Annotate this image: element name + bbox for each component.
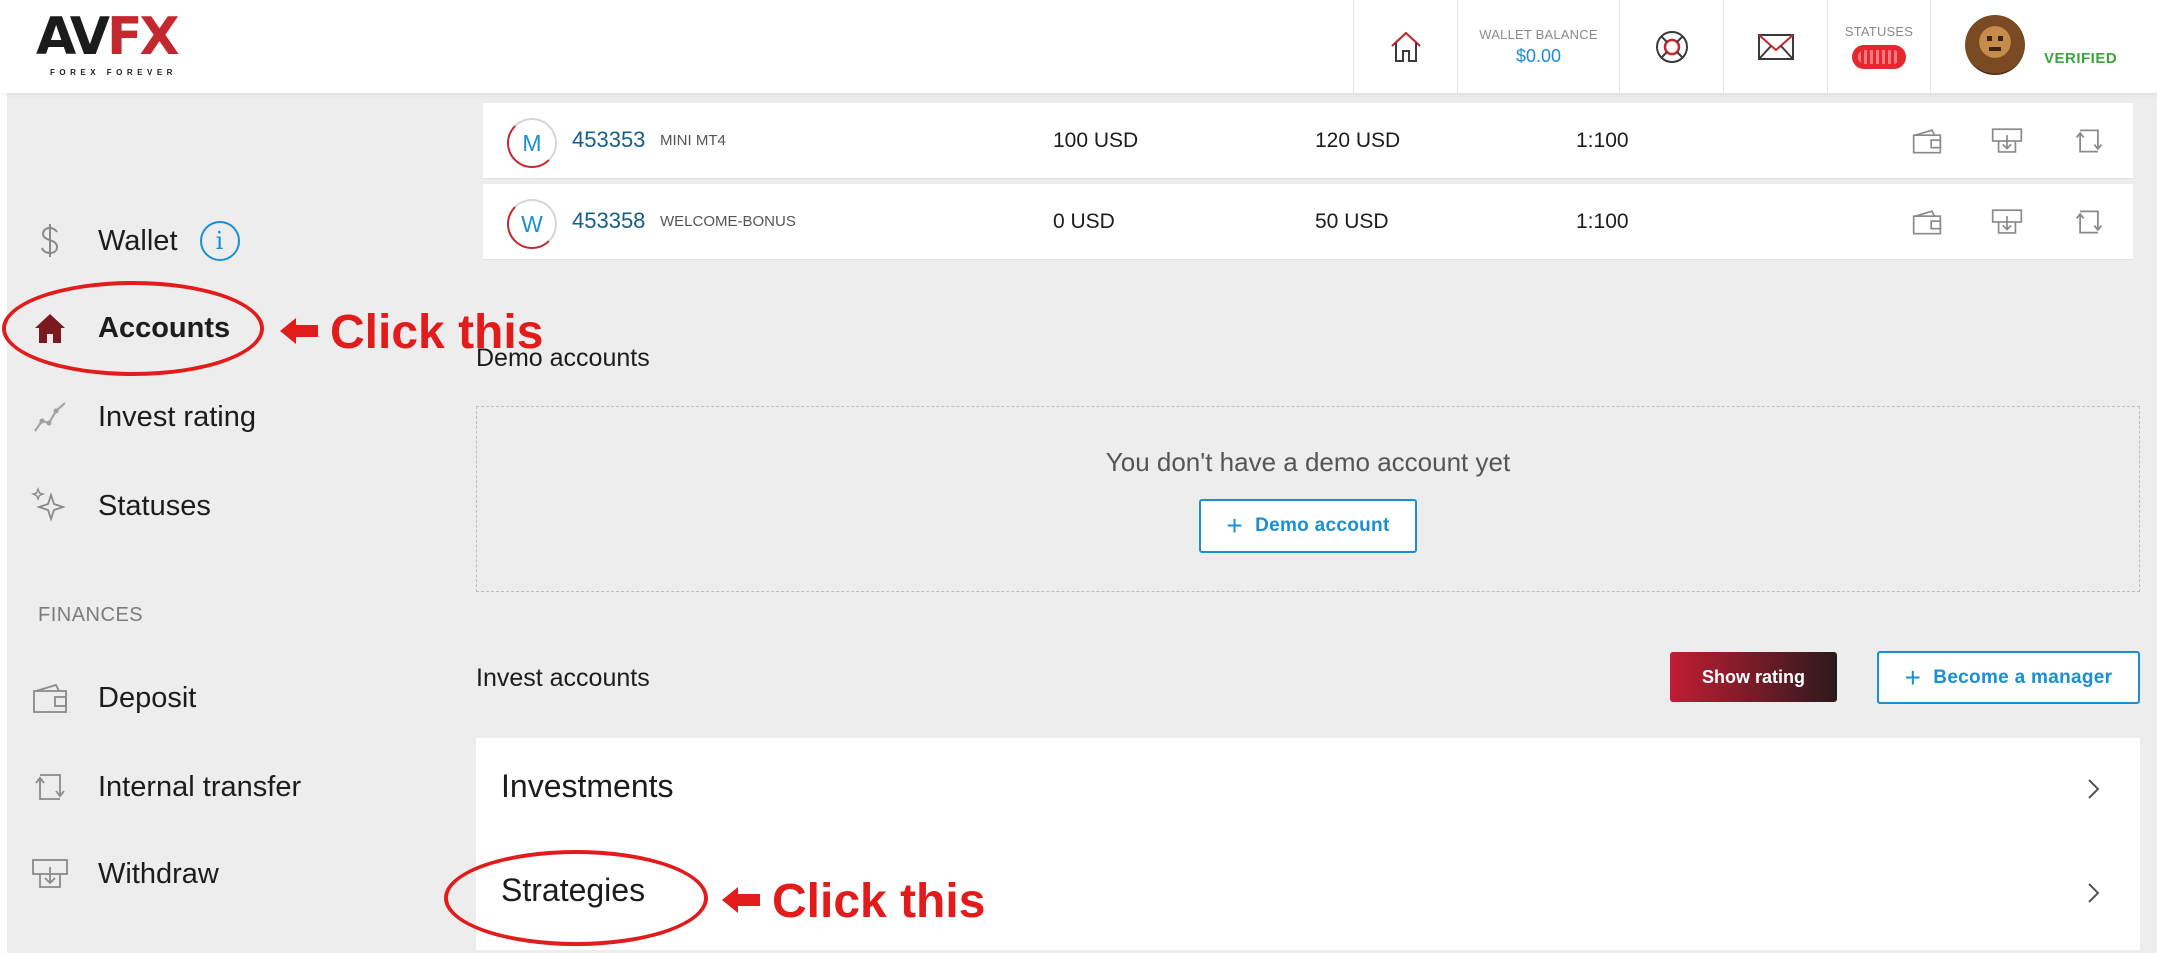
- sidebar-item-label: Deposit: [98, 681, 197, 714]
- dollar-icon: [30, 221, 70, 261]
- withdraw-action-icon[interactable]: [1989, 123, 2025, 159]
- logo-tagline: FOREX FOREVER: [50, 68, 177, 77]
- account-type-badge: M: [507, 118, 557, 168]
- logo-wordmark: AVFX: [36, 7, 180, 67]
- sidebar-item-label: Withdraw: [98, 857, 219, 890]
- plus-icon: +: [1226, 510, 1244, 541]
- annotation-click-strategies: Click this: [772, 875, 986, 928]
- verified-badge: VERIFIED: [2044, 50, 2118, 67]
- finances-section-title: FINANCES: [38, 604, 144, 626]
- avatar[interactable]: [1965, 15, 2025, 75]
- show-rating-button[interactable]: Show rating: [1670, 652, 1837, 702]
- chevron-right-icon: [2088, 883, 2100, 903]
- sidebar-item-deposit[interactable]: Deposit: [30, 673, 196, 723]
- wallet-balance-label: WALLET BALANCE: [1479, 26, 1598, 42]
- investments-label: Investments: [501, 768, 674, 804]
- transfer-action-icon[interactable]: [2071, 204, 2107, 240]
- sparkle-icon: [30, 486, 70, 526]
- deposit-action-icon[interactable]: [1909, 204, 1945, 240]
- info-icon[interactable]: i: [199, 221, 240, 261]
- become-manager-button[interactable]: + Become a manager: [1877, 651, 2140, 704]
- avfx-logo[interactable]: AVFX FOREX FOREVER: [36, 7, 196, 77]
- chevron-right-icon: [2088, 779, 2100, 799]
- arrow-left-icon: [722, 887, 760, 913]
- account-number[interactable]: 453353: [572, 127, 645, 153]
- deposit-action-icon[interactable]: [1909, 123, 1945, 159]
- home-icon: [1390, 31, 1421, 62]
- account-type: WELCOME-BONUS: [660, 213, 796, 230]
- plus-icon: +: [1904, 661, 1922, 693]
- invest-accounts-title: Invest accounts: [476, 664, 650, 692]
- table-row[interactable]: W 453358 WELCOME-BONUS 0 USD 50 USD 1:10…: [483, 184, 2133, 260]
- account-type: MINI MT4: [660, 132, 726, 149]
- sidebar-item-statuses[interactable]: Statuses: [30, 481, 211, 531]
- header-home-button[interactable]: [1353, 0, 1457, 93]
- sidebar-item-label: Invest rating: [98, 400, 256, 433]
- become-manager-label: Become a manager: [1933, 666, 2113, 688]
- arrow-left-icon: [280, 318, 318, 344]
- add-demo-account-button[interactable]: + Demo account: [1199, 499, 1417, 553]
- invest-accounts-list: Investments Strategies: [476, 738, 2140, 950]
- demo-button-label: Demo account: [1255, 515, 1390, 536]
- header-statuses-button[interactable]: STATUSES: [1827, 0, 1931, 93]
- sidebar-item-label: Statuses: [98, 489, 211, 522]
- transfer-action-icon[interactable]: [2071, 123, 2107, 159]
- statuses-label: STATUSES: [1844, 24, 1914, 39]
- sidebar-item-invest-rating[interactable]: Invest rating: [30, 392, 256, 442]
- account-leverage: 1:100: [1576, 129, 1629, 152]
- table-row[interactable]: M 453353 MINI MT4 100 USD 120 USD 1:100: [483, 103, 2133, 179]
- chart-line-icon: [30, 397, 70, 437]
- account-equity: 120 USD: [1315, 129, 1401, 152]
- account-equity: 50 USD: [1315, 210, 1389, 233]
- withdraw-icon: [30, 854, 70, 894]
- sidebar-item-label: Internal transfer: [98, 770, 302, 803]
- annotation-circle-accounts: [2, 281, 264, 376]
- transfer-icon: [30, 767, 70, 807]
- annotation-circle-strategies: [444, 850, 708, 946]
- header-mail-button[interactable]: [1723, 0, 1827, 93]
- annotation-click-accounts: Click this: [330, 306, 544, 359]
- mail-icon: [1757, 33, 1794, 60]
- demo-empty-message: You don't have a demo account yet: [1105, 447, 1511, 477]
- account-type-badge: W: [507, 199, 557, 249]
- demo-accounts-empty-box: You don't have a demo account yet + Demo…: [476, 406, 2140, 592]
- support-icon: [1655, 30, 1688, 63]
- account-balance: 0 USD: [1053, 210, 1115, 233]
- sidebar-item-label: Wallet: [98, 224, 178, 257]
- sidebar-item-withdraw[interactable]: Withdraw: [30, 849, 219, 899]
- wallet-balance-value: $0.00: [1515, 45, 1562, 66]
- status-badge: [1852, 45, 1906, 69]
- sidebar-item-wallet[interactable]: Wallet i: [30, 216, 240, 266]
- account-number[interactable]: 453358: [572, 208, 645, 234]
- header-support-button[interactable]: [1619, 0, 1723, 93]
- sidebar-item-internal-transfer[interactable]: Internal transfer: [30, 762, 301, 812]
- withdraw-action-icon[interactable]: [1989, 204, 2025, 240]
- header-wallet-balance[interactable]: WALLET BALANCE $0.00: [1457, 0, 1619, 93]
- account-leverage: 1:100: [1576, 210, 1629, 233]
- top-header: AVFX FOREX FOREVER WALLET BALANCE $0.00 …: [0, 0, 2157, 93]
- investments-row[interactable]: Investments: [476, 738, 2140, 842]
- account-balance: 100 USD: [1053, 129, 1139, 152]
- wallet-icon: [30, 678, 70, 718]
